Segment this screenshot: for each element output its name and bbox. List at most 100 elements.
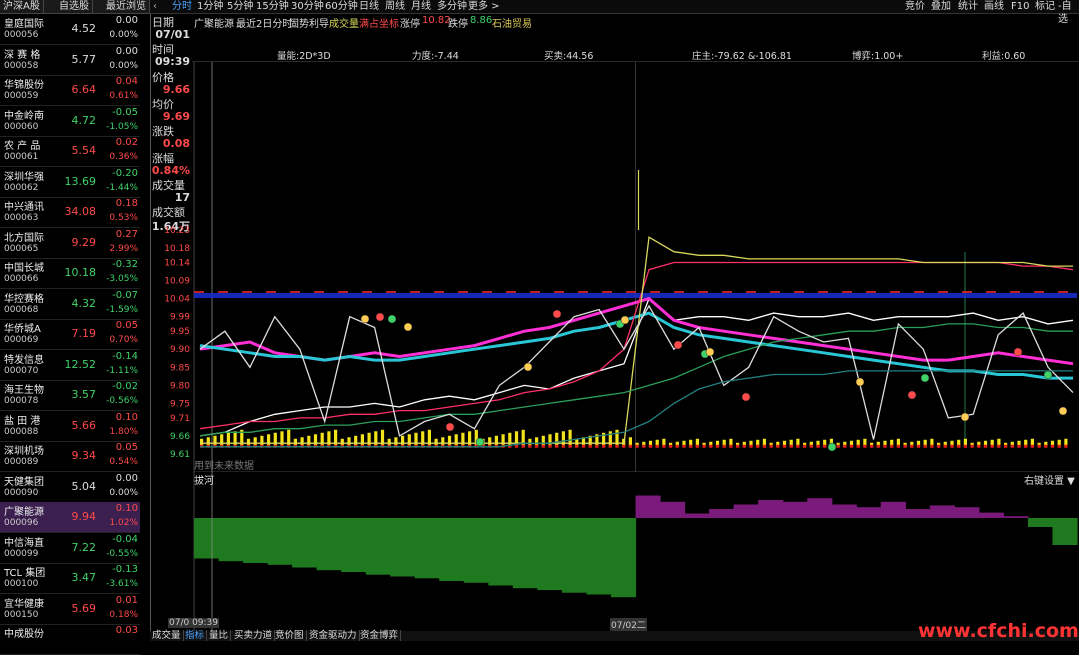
- volume-base: [782, 444, 787, 448]
- stock-row[interactable]: 华侨城A 000069 7.19 0.05 0.70%: [0, 319, 140, 350]
- tug-of-war-chart[interactable]: [150, 471, 1079, 631]
- volume-bar: [414, 432, 418, 447]
- sidebar-toggle-icon[interactable]: ‹: [153, 0, 157, 13]
- tool-f10[interactable]: F10: [1011, 0, 1029, 13]
- stock-row[interactable]: 华控赛格 000068 4.32 -0.07 -1.59%: [0, 289, 140, 320]
- concept-tag[interactable]: 石油贸易: [492, 15, 532, 30]
- tool-draw-line[interactable]: 画线: [984, 0, 1004, 13]
- stock-code: 000056: [4, 30, 39, 40]
- volume-bar: [273, 432, 277, 447]
- volume-bar: [287, 429, 291, 447]
- tab-period-daily[interactable]: 日线: [359, 0, 379, 13]
- signal-marker-icon: [523, 362, 533, 372]
- y-tick-label: 9.80: [170, 381, 190, 391]
- volume-base: [923, 444, 927, 448]
- volume-base: [762, 444, 766, 448]
- stock-row[interactable]: 中信海直 000099 7.22 -0.04 -0.55%: [0, 533, 140, 564]
- stock-row[interactable]: 深圳华强 000062 13.69 -0.20 -1.44%: [0, 167, 140, 198]
- stock-row[interactable]: 盐 田 港 000088 5.66 0.10 1.80%: [0, 411, 140, 442]
- tool-statistics[interactable]: 统计: [958, 0, 978, 13]
- tab-period-monthly[interactable]: 月线: [411, 0, 431, 13]
- stock-price: 5.69: [71, 601, 97, 615]
- tab-period-multi[interactable]: 多分钟: [437, 0, 467, 13]
- volume-bar: [334, 429, 338, 447]
- volume-base: [977, 444, 981, 448]
- stock-pct: -1.44%: [106, 182, 138, 193]
- tab-buy-sell-force[interactable]: 买卖力道: [232, 630, 276, 641]
- stock-row[interactable]: 中成股份 0.03: [0, 624, 140, 655]
- y-tick-label: 10.14: [164, 259, 190, 269]
- chart-mode[interactable]: 最近2日分时: [236, 15, 292, 30]
- volume-base: [896, 444, 900, 448]
- stock-row[interactable]: 广聚能源 000096 9.94 0.10 1.02%: [0, 502, 140, 533]
- stock-row[interactable]: 皇庭国际 000056 4.52 0.00 0.00%: [0, 14, 140, 45]
- right-click-settings[interactable]: 右键设置 ▼: [1024, 472, 1075, 487]
- tug-bar: [610, 518, 637, 598]
- tool-mark[interactable]: 标记: [1035, 0, 1055, 13]
- resistance-band: [194, 293, 1077, 299]
- tool-add-watchlist[interactable]: -自选: [1058, 0, 1079, 25]
- tab-period-15min[interactable]: 15分钟: [256, 0, 289, 13]
- tug-bar: [635, 495, 661, 518]
- tab-indicator[interactable]: 指标: [183, 630, 208, 641]
- volume-bar: [421, 431, 425, 447]
- stock-change: 0.10: [115, 411, 138, 423]
- tab-recent[interactable]: 最近浏览: [103, 0, 150, 13]
- tool-auction[interactable]: 竞价: [905, 0, 925, 13]
- stock-name: 盐 田 港: [4, 415, 41, 427]
- tab-volume-ratio[interactable]: 量比: [207, 630, 232, 641]
- volume-bar: [521, 429, 525, 447]
- tug-bar: [218, 518, 244, 562]
- stock-row[interactable]: TCL 集团 000100 3.47 -0.13 -3.61%: [0, 563, 140, 594]
- tab-auction-chart[interactable]: 竞价图: [273, 630, 307, 641]
- tab-period-weekly[interactable]: 周线: [385, 0, 405, 13]
- stock-row[interactable]: 农 产 品 000061 5.54 0.02 0.36%: [0, 136, 140, 167]
- tab-volume[interactable]: 成交量: [150, 630, 184, 641]
- volume-base: [548, 444, 552, 448]
- tab-period-60min[interactable]: 60分钟: [325, 0, 358, 13]
- tab-fund-game[interactable]: 资金博弈: [358, 630, 402, 641]
- volume-base: [970, 444, 974, 448]
- stock-row[interactable]: 中金岭南 000060 4.72 -0.05 -1.05%: [0, 106, 140, 137]
- tool-overlay[interactable]: 叠加: [931, 0, 951, 13]
- tab-period-1min[interactable]: 1分钟: [197, 0, 223, 13]
- volume-bar: [380, 429, 385, 447]
- volume-base: [776, 444, 780, 448]
- tab-watchlist[interactable]: 自选股: [56, 0, 93, 13]
- tug-bar: [660, 501, 686, 518]
- indicator-name[interactable]: 固势利导: [289, 15, 329, 30]
- stock-row[interactable]: 天健集团 000090 5.04 0.00 0.00%: [0, 472, 140, 503]
- stock-row[interactable]: 中国长城 000066 10.18 -0.32 -3.05%: [0, 258, 140, 289]
- stock-row[interactable]: 华锦股份 000059 6.64 0.04 0.61%: [0, 75, 140, 106]
- volume-bar: [568, 429, 572, 447]
- stock-row[interactable]: 宜华健康 000150 5.69 0.01 0.18%: [0, 594, 140, 625]
- stock-row[interactable]: 中兴通讯 000063 34.08 0.18 0.53%: [0, 197, 140, 228]
- signal-marker-icon: [960, 412, 970, 422]
- tab-period-timeshare[interactable]: 分时: [172, 0, 192, 13]
- stock-pct: 2.99%: [109, 243, 138, 254]
- stock-row[interactable]: 深圳机场 000089 9.34 0.05 0.54%: [0, 441, 140, 472]
- volume-base: [709, 444, 713, 448]
- stock-row[interactable]: 深 赛 格 000058 5.77 0.00 0.00%: [0, 45, 140, 76]
- volume-base: [555, 444, 559, 448]
- stock-price: 7.19: [71, 327, 97, 340]
- stock-change: 0.05: [115, 442, 138, 453]
- tab-shenzhen-a[interactable]: 沪深A股: [0, 0, 44, 13]
- stock-row[interactable]: 特发信息 000070 12.52 -0.14 -1.11%: [0, 350, 140, 381]
- volume-base: [983, 444, 988, 448]
- tab-period-30min[interactable]: 30分钟: [291, 0, 324, 13]
- stock-pct: 0.00%: [109, 30, 138, 40]
- stock-price: 4.52: [71, 22, 97, 35]
- signal-marker-icon: [920, 373, 930, 383]
- tab-period-5min[interactable]: 5分钟: [227, 0, 253, 13]
- stock-code: 000065: [4, 243, 39, 254]
- stock-row[interactable]: 北方国际 000065 9.29 0.27 2.99%: [0, 228, 140, 259]
- stock-name: 中信海直: [4, 537, 44, 549]
- stock-row[interactable]: 海王生物 000078 3.57 -0.02 -0.56%: [0, 380, 140, 411]
- tab-fund-drive[interactable]: 资金驱动力: [307, 630, 360, 641]
- tab-period-more[interactable]: 更多 >: [468, 0, 500, 13]
- y-tick-label: 10.18: [164, 244, 190, 254]
- timeshare-chart[interactable]: 10.23 10.18 10.14 10.09 10.04 9.99 9.95 9.90 9.8…: [150, 62, 1079, 472]
- y-tick-label: 9.90: [170, 345, 190, 355]
- stock-change: 0.02: [115, 137, 138, 148]
